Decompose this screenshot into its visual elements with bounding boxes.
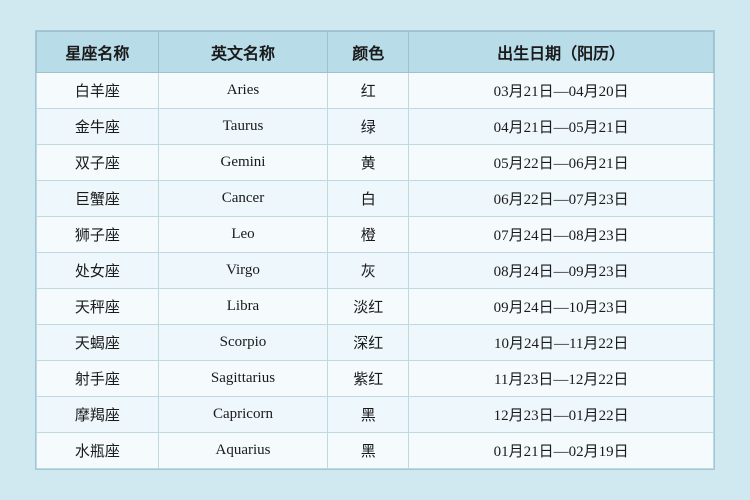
cell-en: Leo — [158, 217, 327, 253]
zodiac-table: 星座名称 英文名称 颜色 出生日期（阳历） 白羊座Aries红03月21日—04… — [36, 31, 714, 469]
cell-color: 红 — [328, 73, 409, 109]
table-row: 天秤座Libra淡红09月24日—10月23日 — [37, 289, 714, 325]
cell-en: Scorpio — [158, 325, 327, 361]
cell-date: 03月21日—04月20日 — [409, 73, 714, 109]
cell-en: Libra — [158, 289, 327, 325]
cell-en: Sagittarius — [158, 361, 327, 397]
table-row: 天蝎座Scorpio深红10月24日—11月22日 — [37, 325, 714, 361]
cell-cn: 天蝎座 — [37, 325, 159, 361]
cell-cn: 金牛座 — [37, 109, 159, 145]
cell-en: Cancer — [158, 181, 327, 217]
cell-cn: 处女座 — [37, 253, 159, 289]
cell-date: 12月23日—01月22日 — [409, 397, 714, 433]
header-cn: 星座名称 — [37, 32, 159, 73]
cell-color: 黄 — [328, 145, 409, 181]
cell-color: 深红 — [328, 325, 409, 361]
cell-en: Capricorn — [158, 397, 327, 433]
cell-date: 05月22日—06月21日 — [409, 145, 714, 181]
cell-color: 淡红 — [328, 289, 409, 325]
table-row: 水瓶座Aquarius黑01月21日—02月19日 — [37, 433, 714, 469]
cell-color: 橙 — [328, 217, 409, 253]
cell-en: Virgo — [158, 253, 327, 289]
cell-cn: 天秤座 — [37, 289, 159, 325]
cell-date: 07月24日—08月23日 — [409, 217, 714, 253]
table-row: 双子座Gemini黄05月22日—06月21日 — [37, 145, 714, 181]
cell-cn: 白羊座 — [37, 73, 159, 109]
cell-cn: 射手座 — [37, 361, 159, 397]
cell-date: 09月24日—10月23日 — [409, 289, 714, 325]
cell-en: Aquarius — [158, 433, 327, 469]
cell-cn: 摩羯座 — [37, 397, 159, 433]
header-date: 出生日期（阳历） — [409, 32, 714, 73]
zodiac-table-container: 星座名称 英文名称 颜色 出生日期（阳历） 白羊座Aries红03月21日—04… — [35, 30, 715, 470]
table-row: 狮子座Leo橙07月24日—08月23日 — [37, 217, 714, 253]
cell-cn: 巨蟹座 — [37, 181, 159, 217]
table-row: 摩羯座Capricorn黑12月23日—01月22日 — [37, 397, 714, 433]
cell-color: 黑 — [328, 397, 409, 433]
cell-cn: 双子座 — [37, 145, 159, 181]
cell-cn: 狮子座 — [37, 217, 159, 253]
cell-en: Taurus — [158, 109, 327, 145]
table-header-row: 星座名称 英文名称 颜色 出生日期（阳历） — [37, 32, 714, 73]
header-en: 英文名称 — [158, 32, 327, 73]
cell-color: 灰 — [328, 253, 409, 289]
table-row: 金牛座Taurus绿04月21日—05月21日 — [37, 109, 714, 145]
cell-date: 04月21日—05月21日 — [409, 109, 714, 145]
cell-cn: 水瓶座 — [37, 433, 159, 469]
cell-color: 绿 — [328, 109, 409, 145]
header-color: 颜色 — [328, 32, 409, 73]
table-body: 白羊座Aries红03月21日—04月20日金牛座Taurus绿04月21日—0… — [37, 73, 714, 469]
cell-color: 白 — [328, 181, 409, 217]
cell-date: 11月23日—12月22日 — [409, 361, 714, 397]
cell-en: Aries — [158, 73, 327, 109]
cell-color: 紫红 — [328, 361, 409, 397]
cell-date: 10月24日—11月22日 — [409, 325, 714, 361]
cell-color: 黑 — [328, 433, 409, 469]
table-row: 白羊座Aries红03月21日—04月20日 — [37, 73, 714, 109]
table-row: 处女座Virgo灰08月24日—09月23日 — [37, 253, 714, 289]
table-row: 巨蟹座Cancer白06月22日—07月23日 — [37, 181, 714, 217]
table-row: 射手座Sagittarius紫红11月23日—12月22日 — [37, 361, 714, 397]
cell-en: Gemini — [158, 145, 327, 181]
cell-date: 01月21日—02月19日 — [409, 433, 714, 469]
cell-date: 06月22日—07月23日 — [409, 181, 714, 217]
cell-date: 08月24日—09月23日 — [409, 253, 714, 289]
